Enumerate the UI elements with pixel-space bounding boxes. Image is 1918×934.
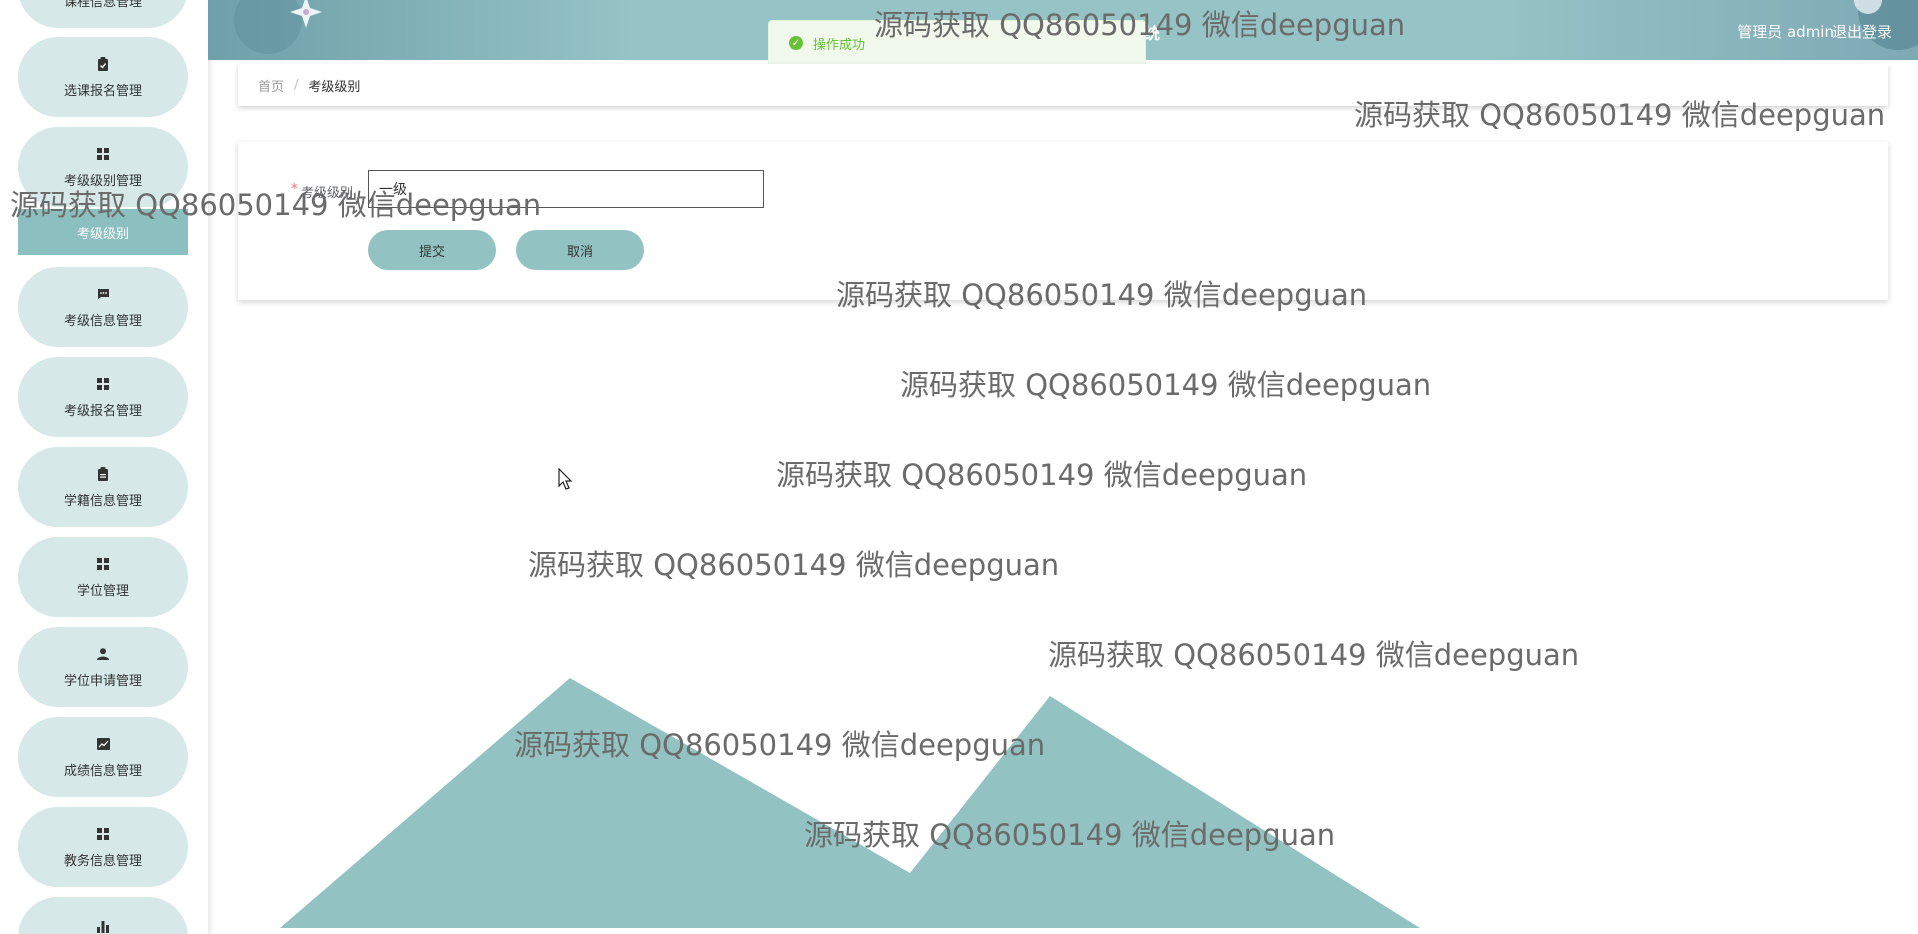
watermark: 源码获取 QQ86050149 微信deepguan: [528, 548, 1060, 582]
exam-level-label: 考级级别: [301, 186, 354, 201]
breadcrumb-home[interactable]: 首页: [258, 76, 284, 95]
grid-icon: [95, 376, 111, 392]
required-mark: *: [291, 182, 298, 197]
menu-exam-level-label: 考级级别管理: [63, 173, 142, 189]
exam-level-input[interactable]: [368, 170, 764, 208]
logout-link[interactable]: 退出登录: [1832, 21, 1892, 42]
clipboard-icon: [95, 466, 111, 482]
menu-exam-info-label: 考级信息管理: [63, 313, 142, 329]
menu-degree-label: 学位管理: [76, 583, 129, 599]
menu-statistics[interactable]: [18, 897, 188, 934]
line-chart-icon: [95, 736, 111, 752]
breadcrumb-current: 考级级别: [308, 79, 361, 95]
menu-course-info[interactable]: 课程信息管理: [18, 0, 188, 28]
clipboard-check-icon: [95, 56, 111, 72]
menu-score-info-label: 成绩信息管理: [63, 763, 142, 779]
watermark: 源码获取 QQ86050149 微信deepguan: [1048, 638, 1580, 672]
menu-degree[interactable]: 学位管理: [18, 537, 188, 617]
submit-button[interactable]: 提交: [368, 230, 496, 270]
success-toast: ✓ 操作成功: [768, 20, 1146, 66]
menu-exam-level[interactable]: 考级级别管理: [18, 127, 188, 207]
flower-decoration-icon: [228, 0, 338, 60]
watermark: 源码获取 QQ86050149 微信deepguan: [776, 458, 1308, 492]
grid-icon: [95, 146, 111, 162]
bar-chart-icon: [95, 919, 111, 934]
menu-score-info[interactable]: 成绩信息管理: [18, 717, 188, 797]
system-title: 统: [1144, 24, 1161, 43]
watermark: 源码获取 QQ86050149 微信deepguan: [900, 368, 1432, 402]
submenu-exam-level-active[interactable]: 考级级别: [18, 209, 188, 255]
grid-icon: [95, 556, 111, 572]
menu-student-status[interactable]: 学籍信息管理: [18, 447, 188, 527]
menu-course-info-label: 课程信息管理: [63, 0, 142, 10]
menu-academic-info-label: 教务信息管理: [63, 853, 142, 869]
edit-form: * 考级级别 提交 取消: [238, 142, 1888, 300]
user-icon: [95, 646, 111, 662]
menu-degree-apply[interactable]: 学位申请管理: [18, 627, 188, 707]
check-circle-icon: ✓: [789, 36, 803, 50]
mountain-decoration: [280, 678, 1420, 928]
mouse-cursor-icon: [558, 468, 573, 490]
breadcrumb: 首页 / 考级级别: [238, 64, 1888, 106]
current-user: 管理员 admin: [1737, 23, 1834, 41]
menu-course-enroll[interactable]: 选课报名管理: [18, 37, 188, 117]
menu-exam-info[interactable]: 考级信息管理: [18, 267, 188, 347]
menu-course-enroll-label: 选课报名管理: [63, 83, 142, 99]
toast-message: 操作成功: [813, 37, 866, 53]
menu-student-status-label: 学籍信息管理: [63, 493, 142, 509]
menu-exam-enroll-label: 考级报名管理: [63, 403, 142, 419]
menu-academic-info[interactable]: 教务信息管理: [18, 807, 188, 887]
menu-exam-enroll[interactable]: 考级报名管理: [18, 357, 188, 437]
sidebar: 课程信息管理 选课报名管理 考级级别管理 考级级别 考级信息管理 考级报名管理 …: [0, 0, 208, 934]
cancel-button[interactable]: 取消: [516, 230, 644, 270]
chat-icon: [95, 286, 111, 302]
menu-degree-apply-label: 学位申请管理: [63, 673, 142, 689]
grid-icon: [95, 826, 111, 842]
breadcrumb-separator: /: [294, 77, 299, 93]
